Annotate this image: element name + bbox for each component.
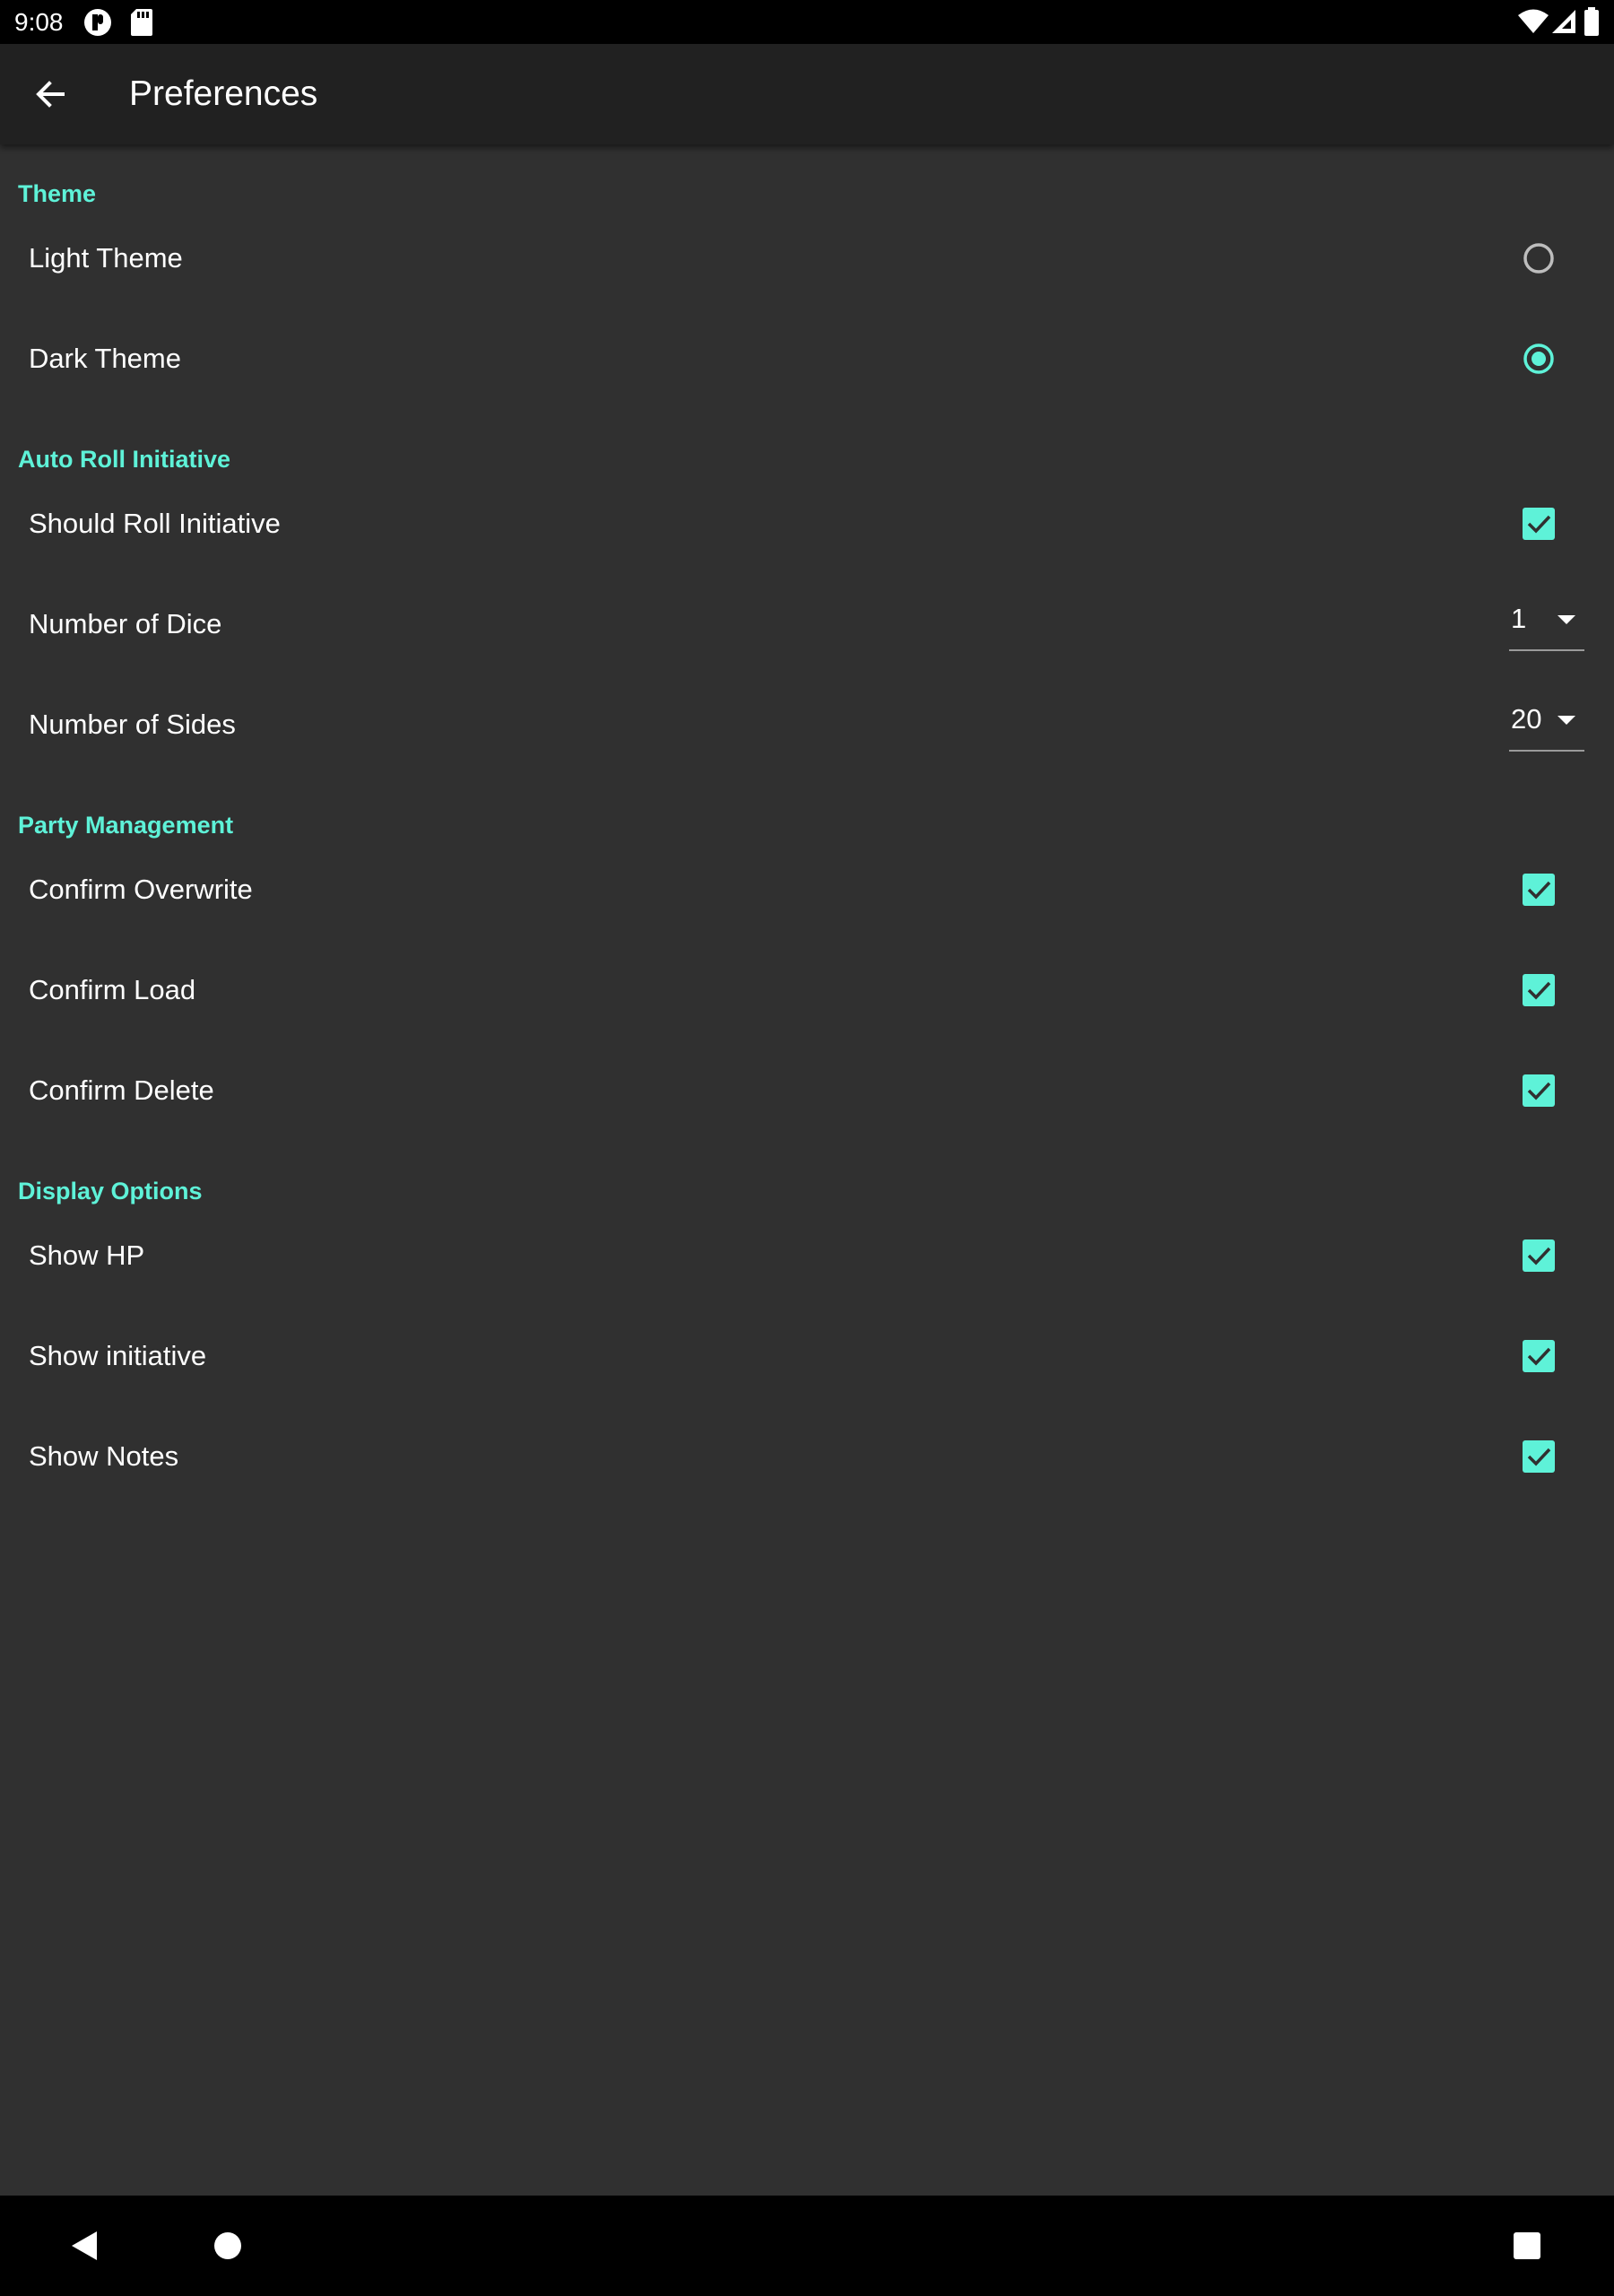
checkbox-checked-icon	[1523, 508, 1555, 540]
pref-light-theme[interactable]: Light Theme	[0, 208, 1614, 309]
nav-back-icon	[72, 2231, 97, 2260]
checkbox-show-initiative[interactable]	[1517, 1335, 1560, 1378]
nav-recents-button[interactable]	[1498, 2217, 1556, 2274]
app-bar: Preferences	[0, 44, 1614, 144]
spinner-value: 20	[1511, 703, 1542, 735]
sd-card-icon	[129, 7, 154, 42]
battery-icon	[1584, 7, 1600, 40]
category-party-management: Party Management	[18, 812, 234, 839]
status-bar: 9:08	[0, 0, 1614, 44]
radio-light-theme[interactable]	[1517, 237, 1560, 280]
arrow-back-icon	[36, 81, 65, 108]
cell-signal-icon	[1551, 9, 1576, 39]
checkbox-confirm-delete[interactable]	[1517, 1069, 1560, 1112]
checkbox-should-roll-initiative[interactable]	[1517, 502, 1560, 545]
checkbox-checked-icon	[1523, 1440, 1555, 1473]
pref-should-roll-initiative[interactable]: Should Roll Initiative	[0, 474, 1614, 574]
pref-label: Show HP	[29, 1239, 145, 1271]
pref-show-initiative[interactable]: Show initiative	[0, 1306, 1614, 1406]
category-display-options: Display Options	[18, 1178, 203, 1205]
nav-back-button[interactable]	[56, 2217, 113, 2274]
back-button[interactable]	[22, 65, 79, 123]
wifi-icon	[1517, 9, 1549, 39]
pref-label: Show Notes	[29, 1440, 179, 1472]
pref-number-of-sides[interactable]: Number of Sides 20	[0, 674, 1614, 775]
navigation-bar	[0, 2196, 1614, 2296]
checkbox-checked-icon	[1523, 974, 1555, 1006]
pref-label: Confirm Delete	[29, 1074, 214, 1106]
pref-label: Light Theme	[29, 242, 183, 274]
app-notification-icon	[82, 7, 113, 42]
pref-label: Show initiative	[29, 1340, 207, 1371]
pref-label: Number of Dice	[29, 608, 222, 639]
checkbox-checked-icon	[1523, 874, 1555, 906]
pref-label: Number of Sides	[29, 709, 236, 740]
radio-unchecked-icon	[1523, 243, 1554, 274]
pref-label: Confirm Overwrite	[29, 874, 253, 905]
dropdown-arrow-icon	[1558, 716, 1575, 725]
spinner-number-of-dice[interactable]: 1	[1509, 594, 1584, 651]
pref-confirm-overwrite[interactable]: Confirm Overwrite	[0, 839, 1614, 940]
nav-recents-icon	[1514, 2232, 1540, 2259]
pref-dark-theme[interactable]: Dark Theme	[0, 309, 1614, 409]
nav-home-button[interactable]	[199, 2217, 256, 2274]
pref-label: Dark Theme	[29, 343, 181, 374]
spinner-value: 1	[1511, 603, 1527, 634]
checkbox-checked-icon	[1523, 1074, 1555, 1107]
radio-dark-theme[interactable]	[1517, 337, 1560, 380]
status-time: 9:08	[14, 8, 64, 36]
pref-confirm-load[interactable]: Confirm Load	[0, 940, 1614, 1040]
pref-number-of-dice[interactable]: Number of Dice 1	[0, 574, 1614, 674]
pref-show-notes[interactable]: Show Notes	[0, 1406, 1614, 1507]
checkbox-show-hp[interactable]	[1517, 1234, 1560, 1277]
spinner-number-of-sides[interactable]: 20	[1509, 694, 1584, 752]
radio-checked-icon	[1523, 344, 1554, 374]
checkbox-confirm-load[interactable]	[1517, 969, 1560, 1012]
checkbox-checked-icon	[1523, 1340, 1555, 1372]
pref-label: Confirm Load	[29, 974, 196, 1005]
category-theme: Theme	[18, 180, 97, 207]
page-title: Preferences	[129, 74, 318, 113]
nav-home-icon	[214, 2232, 241, 2259]
pref-confirm-delete[interactable]: Confirm Delete	[0, 1040, 1614, 1141]
category-auto-roll-initiative: Auto Roll Initiative	[18, 446, 231, 473]
pref-label: Should Roll Initiative	[29, 508, 281, 539]
pref-show-hp[interactable]: Show HP	[0, 1205, 1614, 1306]
checkbox-confirm-overwrite[interactable]	[1517, 868, 1560, 911]
checkbox-checked-icon	[1523, 1239, 1555, 1272]
checkbox-show-notes[interactable]	[1517, 1435, 1560, 1478]
dropdown-arrow-icon	[1558, 615, 1575, 624]
